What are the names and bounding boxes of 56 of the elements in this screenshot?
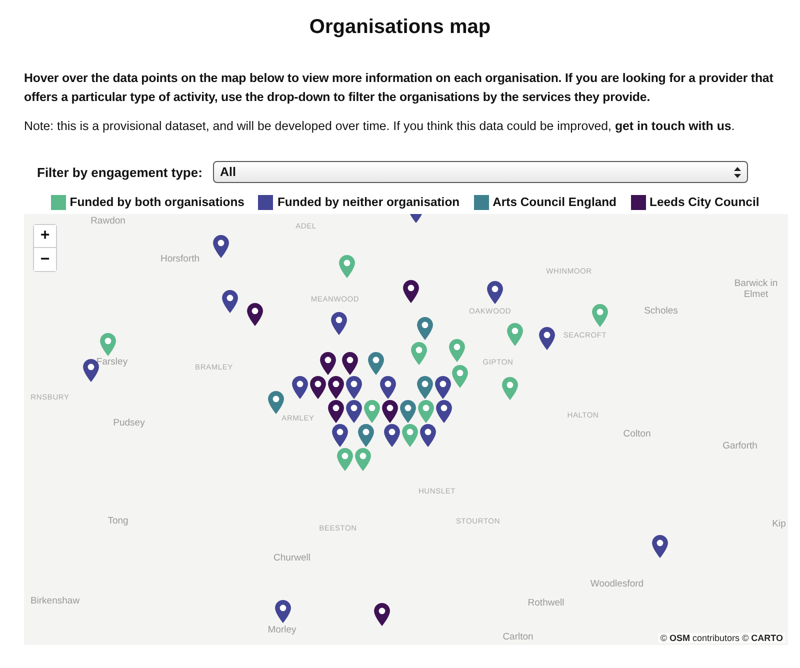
map-place-label: Kip [772, 520, 786, 530]
map-place-label: Scholes [644, 306, 678, 318]
map-pin-icon[interactable] [275, 600, 291, 623]
map-pin-icon[interactable] [222, 290, 238, 313]
map-place-label: Birkenshaw [30, 596, 80, 608]
map-pin-icon[interactable] [331, 312, 347, 335]
map-pin-icon[interactable] [384, 424, 400, 447]
legend-label: Leeds City Council [650, 195, 760, 209]
map-pin-icon[interactable] [380, 376, 396, 399]
page-title: Organisations map [308, 15, 492, 40]
legend-label: Funded by both organisations [70, 195, 244, 209]
map-place-label: Tong [108, 516, 128, 528]
map-pin-icon[interactable] [487, 281, 503, 304]
map-place-label: Horsforth [160, 254, 200, 266]
map-place-label: Morley [268, 626, 296, 636]
map-pin-icon[interactable] [403, 280, 419, 303]
map-pin-icon[interactable] [83, 359, 99, 382]
attribution-text: © OSM contributors © CARTO [660, 633, 783, 643]
intro-paragraph: Hover over the data points on the map below to view more information on each organisation. If you are looking for a provider that offers a particular type of activity, use the drop-down to filter the organisations by the services they provide. [24, 70, 774, 106]
map[interactable] [24, 214, 788, 645]
zoom-in-button[interactable]: + [34, 225, 56, 248]
map-place-label: Woodlesford [590, 580, 644, 590]
map-pin-icon[interactable] [420, 424, 436, 447]
map-pin-icon[interactable] [382, 400, 398, 423]
map-pin-icon[interactable] [652, 535, 668, 558]
map-pin-icon[interactable] [213, 235, 229, 258]
map-pin-icon[interactable] [346, 400, 362, 423]
map-pin-icon[interactable] [342, 352, 358, 375]
map-pin-icon[interactable] [310, 376, 326, 399]
map-place-label: Barwick in Elmet [733, 279, 779, 301]
map-pin-icon[interactable] [539, 327, 555, 350]
map-place-label: Rawdon [90, 216, 126, 228]
map-place-label: Pudsey [113, 418, 145, 430]
map-pin-icon[interactable] [332, 424, 348, 447]
map-place-label: Rothwell [528, 598, 564, 610]
updown-arrows-icon [734, 166, 741, 178]
contact-link[interactable]: get in touch with us [614, 119, 732, 133]
map-pin-icon[interactable] [436, 400, 452, 423]
map-place-label: Garforth [722, 442, 758, 452]
note-paragraph: Note: this is a provisional dataset, and will be developed over time. If you think this data could be improved, get in touch with us. [24, 118, 736, 135]
map-pin-icon[interactable] [292, 376, 308, 399]
map-pin-icon[interactable] [328, 400, 344, 423]
map-place-label: Churwell [274, 554, 310, 564]
legend-label: Funded by neither organisation [277, 195, 460, 209]
map-pin-icon[interactable] [328, 376, 344, 399]
map-place-label: Colton [623, 430, 651, 440]
map-place-label: Farsley [96, 358, 128, 368]
filter-label: Filter by engagement type: [37, 164, 204, 180]
map-pin-icon[interactable] [346, 376, 362, 399]
map-pin-icon[interactable] [435, 376, 451, 399]
map-pin-icon[interactable] [320, 352, 336, 375]
map-pin-icon[interactable] [247, 303, 263, 326]
engagement-type-dropdown[interactable]: All [213, 161, 748, 183]
map-place-label: Carlton [502, 632, 534, 644]
map-pin-icon[interactable] [374, 603, 390, 626]
legend-label: Arts Council England [492, 195, 617, 209]
